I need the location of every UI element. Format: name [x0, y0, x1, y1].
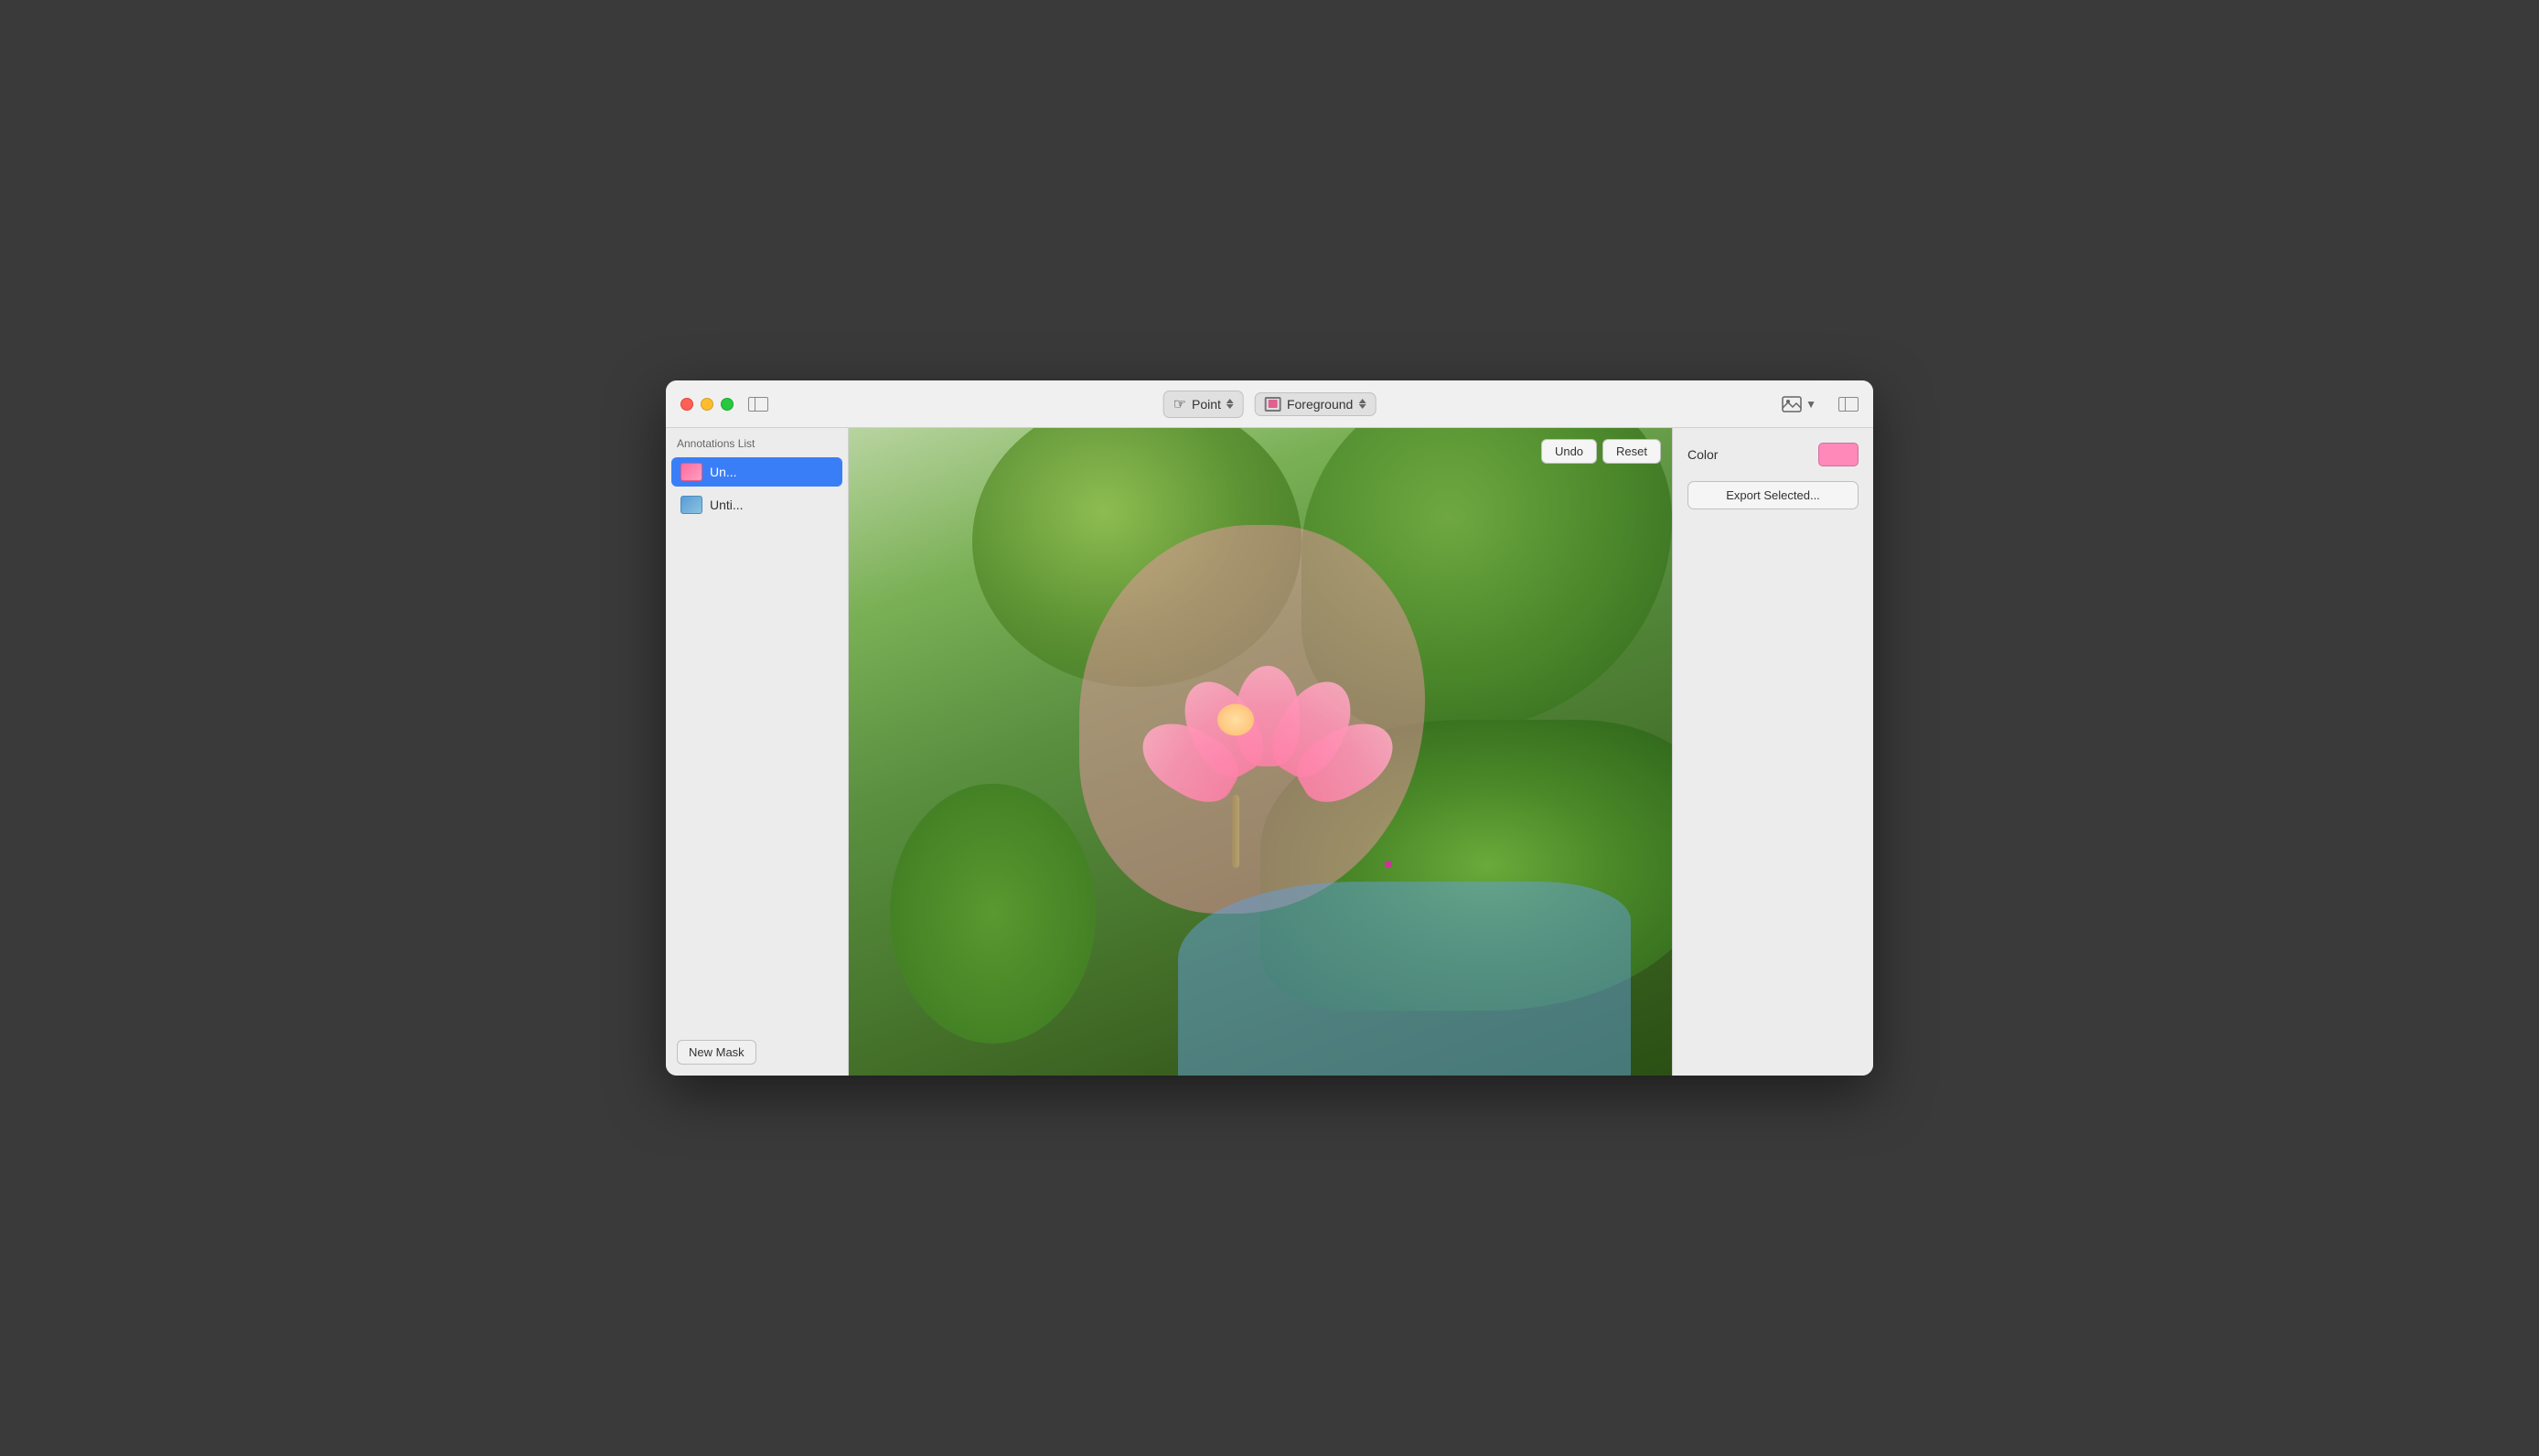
stepper-down-icon	[1227, 404, 1234, 409]
stepper-up-icon	[1227, 399, 1234, 403]
leaf-bg	[1302, 428, 1672, 733]
app-window: ☞ Point Foreground	[666, 380, 1873, 1076]
undo-button[interactable]: Undo	[1541, 439, 1597, 464]
foreground-selector[interactable]: Foreground	[1255, 392, 1376, 416]
cursor-icon: ☞	[1173, 395, 1186, 413]
chevron-down-icon: ▼	[1805, 398, 1816, 411]
annotation-thumbnail	[680, 496, 702, 514]
leaf-bg	[890, 784, 1096, 1043]
left-panel: Annotations List Un... Unti... New Mask	[666, 428, 849, 1076]
tool-label: Point	[1192, 397, 1221, 412]
color-swatch[interactable]	[1818, 443, 1859, 466]
maximize-button[interactable]	[721, 398, 734, 411]
new-mask-button[interactable]: New Mask	[677, 1040, 756, 1065]
lotus-flower	[1153, 637, 1318, 802]
foreground-stepper[interactable]	[1358, 399, 1366, 409]
titlebar: ☞ Point Foreground	[666, 380, 1873, 428]
minimize-button[interactable]	[701, 398, 713, 411]
stepper-up-icon	[1358, 399, 1366, 403]
canvas-toolbar: Undo Reset	[1541, 439, 1661, 464]
flower	[1120, 558, 1351, 882]
color-label: Color	[1687, 447, 1804, 462]
sidebar-toggle-icon	[748, 397, 768, 412]
tool-selector[interactable]: ☞ Point	[1163, 391, 1244, 418]
annotation-label: Unti...	[710, 498, 744, 512]
export-button[interactable]: Export Selected...	[1687, 481, 1859, 509]
annotation-label: Un...	[710, 465, 737, 479]
traffic-lights	[680, 398, 734, 411]
right-panel: Color Export Selected...	[1672, 428, 1873, 1076]
tool-stepper[interactable]	[1227, 399, 1234, 409]
canvas-area[interactable]: Undo Reset	[849, 428, 1672, 1076]
reset-button[interactable]: Reset	[1602, 439, 1661, 464]
foreground-icon	[1265, 397, 1281, 412]
color-row: Color	[1687, 443, 1859, 466]
canvas-image[interactable]	[849, 428, 1672, 1076]
foreground-label: Foreground	[1287, 397, 1353, 412]
annotation-item[interactable]: Unti...	[671, 490, 842, 519]
annotation-item[interactable]: Un...	[671, 457, 842, 487]
main-content: Annotations List Un... Unti... New Mask …	[666, 428, 1873, 1076]
image-menu-button[interactable]: ▼	[1774, 392, 1824, 416]
stepper-down-icon	[1358, 404, 1366, 409]
image-icon	[1782, 396, 1802, 412]
right-sidebar-toggle[interactable]	[1838, 397, 1859, 412]
titlebar-center: ☞ Point Foreground	[1163, 391, 1377, 418]
annotation-thumbnail	[680, 463, 702, 481]
left-sidebar-toggle[interactable]	[748, 397, 768, 412]
annotations-list-header: Annotations List	[666, 428, 848, 455]
left-panel-bottom: New Mask	[666, 1029, 848, 1076]
titlebar-right: ▼	[1774, 392, 1859, 416]
flower-stem	[1232, 795, 1239, 868]
close-button[interactable]	[680, 398, 693, 411]
